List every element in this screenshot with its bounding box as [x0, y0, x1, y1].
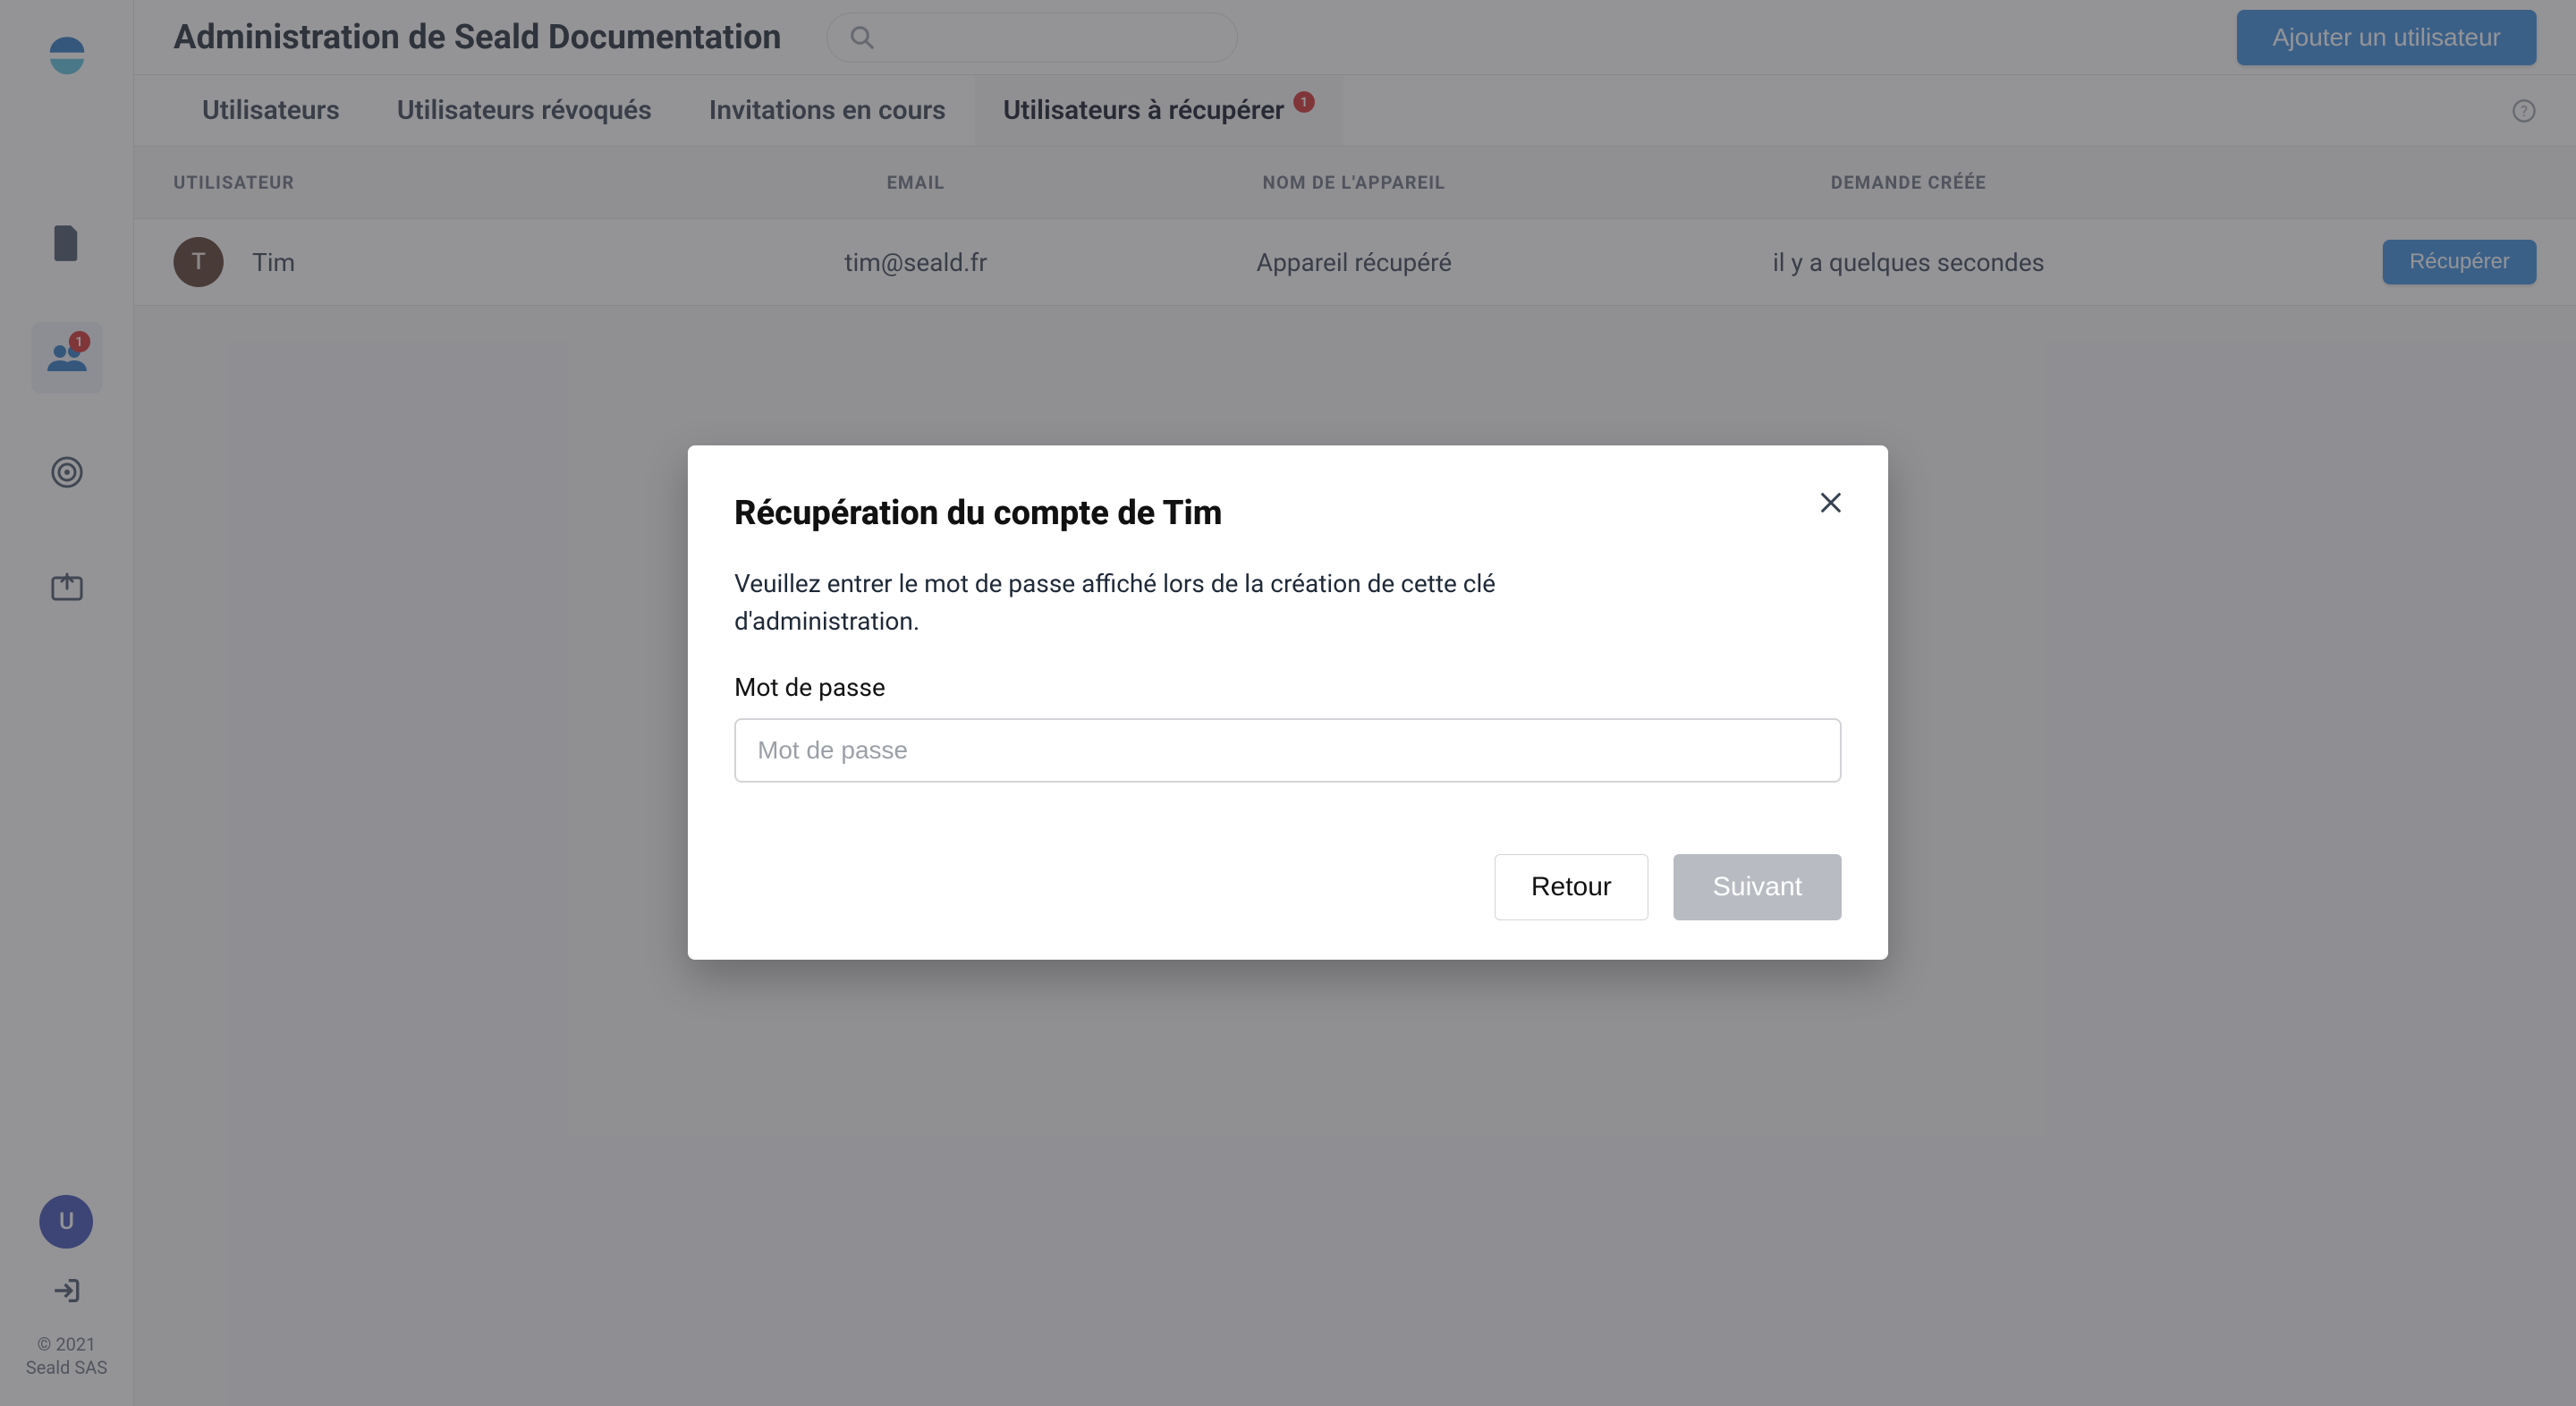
next-button[interactable]: Suivant [1674, 854, 1842, 920]
password-input[interactable] [734, 718, 1842, 783]
modal-overlay[interactable]: Récupération du compte de Tim Veuillez e… [0, 0, 2576, 1406]
modal-close-button[interactable] [1813, 485, 1849, 521]
back-button[interactable]: Retour [1495, 854, 1648, 920]
close-icon [1818, 490, 1843, 515]
modal-title: Récupération du compte de Tim [734, 494, 1842, 533]
modal-description: Veuillez entrer le mot de passe affiché … [734, 565, 1665, 640]
modal: Récupération du compte de Tim Veuillez e… [688, 445, 1888, 960]
password-label: Mot de passe [734, 673, 1842, 702]
